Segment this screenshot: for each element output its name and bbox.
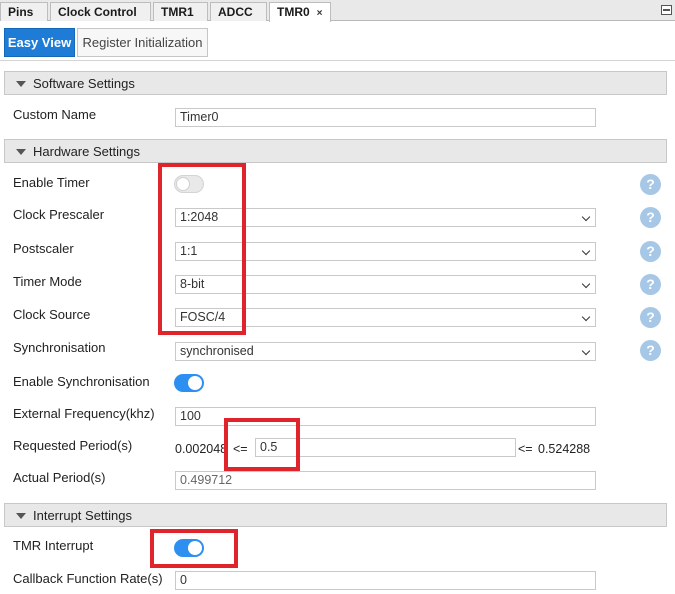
actual-period-label: Actual Period(s) [13, 470, 106, 485]
help-icon[interactable]: ? [640, 174, 661, 195]
requested-period-max: 0.524288 [538, 442, 591, 456]
chevron-down-icon [581, 346, 591, 356]
tab-tmr1[interactable]: TMR1 [153, 2, 208, 21]
enable-synchronisation-toggle[interactable] [174, 374, 204, 392]
tmr-interrupt-label: TMR Interrupt [13, 538, 94, 553]
minimize-icon[interactable] [661, 5, 672, 15]
section-title: Software Settings [33, 76, 135, 91]
enable-synchronisation-label: Enable Synchronisation [13, 374, 150, 389]
section-hardware-settings[interactable]: Hardware Settings [4, 139, 667, 163]
synchronisation-select[interactable]: synchronised [175, 342, 596, 361]
help-icon[interactable]: ? [640, 241, 661, 262]
chevron-down-icon [581, 279, 591, 289]
toggle-knob [188, 376, 202, 390]
tab-tmr0-label: TMR0 [277, 5, 310, 19]
section-software-settings[interactable]: Software Settings [4, 71, 667, 95]
tab-easy-view[interactable]: Easy View [4, 28, 75, 57]
tab-pins[interactable]: Pins [0, 2, 48, 21]
custom-name-input[interactable]: Timer0 [175, 108, 596, 127]
help-icon[interactable]: ? [640, 307, 661, 328]
clock-prescaler-label: Clock Prescaler [13, 207, 105, 222]
tab-clock-control-label: Clock Control [58, 5, 137, 19]
section-interrupt-settings[interactable]: Interrupt Settings [4, 503, 667, 527]
help-icon[interactable]: ? [640, 340, 661, 361]
tab-pins-label: Pins [8, 5, 34, 19]
highlight-box-requested-period [224, 418, 300, 471]
help-icon[interactable]: ? [640, 207, 661, 228]
section-title: Hardware Settings [33, 144, 140, 159]
enable-timer-label: Enable Timer [13, 175, 90, 190]
chevron-down-icon [581, 246, 591, 256]
actual-period-field: 0.499712 [175, 471, 596, 490]
external-frequency-label: External Frequency(khz) [13, 406, 155, 421]
collapse-triangle-icon [16, 513, 26, 519]
tab-adcc[interactable]: ADCC [210, 2, 267, 21]
chevron-down-icon [581, 312, 591, 322]
highlight-box-hardware [158, 163, 246, 335]
callback-rate-input[interactable]: 0 [175, 571, 596, 590]
postscaler-label: Postscaler [13, 241, 74, 256]
chevron-down-icon [581, 212, 591, 222]
tab-clock-control[interactable]: Clock Control [50, 2, 151, 21]
synchronisation-label: Synchronisation [13, 340, 106, 355]
close-tab-icon[interactable]: × [317, 8, 323, 19]
tab-tmr0[interactable]: TMR0 × [269, 2, 331, 22]
section-title: Interrupt Settings [33, 508, 132, 523]
collapse-triangle-icon [16, 81, 26, 87]
editor-tab-strip: Pins Clock Control TMR1 ADCC TMR0 × [0, 0, 675, 22]
timer-mode-label: Timer Mode [13, 274, 82, 289]
synchronisation-value: synchronised [180, 344, 254, 358]
less-equal-symbol: <= [518, 442, 533, 456]
custom-name-label: Custom Name [13, 107, 97, 122]
clock-source-label: Clock Source [13, 307, 91, 322]
tab-register-initialization[interactable]: Register Initialization [77, 28, 208, 57]
collapse-triangle-icon [16, 149, 26, 155]
tab-adcc-label: ADCC [218, 5, 253, 19]
callback-rate-label: Callback Function Rate(s) [13, 571, 163, 586]
divider [0, 60, 675, 61]
requested-period-label: Requested Period(s) [13, 438, 133, 453]
tab-tmr1-label: TMR1 [161, 5, 194, 19]
highlight-box-tmr-interrupt [150, 529, 238, 568]
help-icon[interactable]: ? [640, 274, 661, 295]
